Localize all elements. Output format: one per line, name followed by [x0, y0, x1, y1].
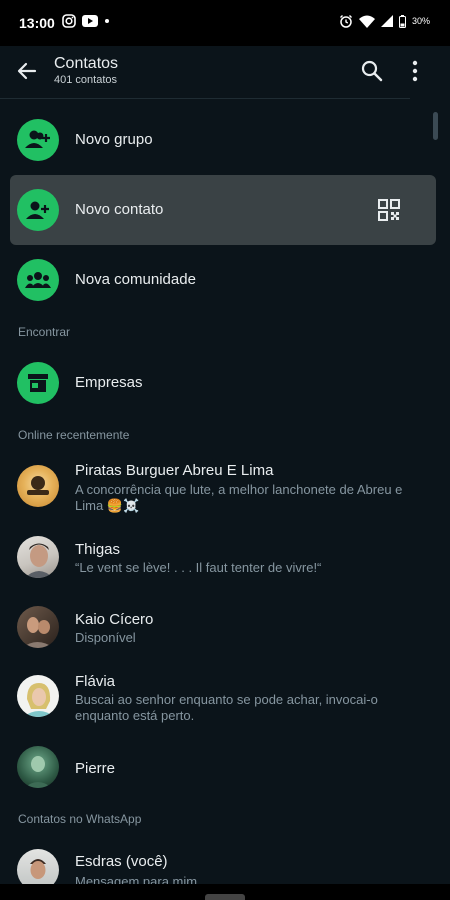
- contact-status: Mensagem para mim: [75, 874, 198, 884]
- new-group-row[interactable]: Novo grupo: [0, 105, 450, 175]
- signal-icon: [380, 15, 393, 27]
- contact-status: Disponível: [75, 630, 136, 645]
- system-navigation-bar: [0, 884, 450, 900]
- contact-name: Flávia: [75, 673, 116, 690]
- self-contact-row[interactable]: Esdras (você) Mensagem para mim: [0, 844, 450, 884]
- system-icons: 30%: [339, 14, 430, 28]
- contact-name: Pierre: [75, 760, 116, 777]
- contact-name: Esdras (você): [75, 853, 168, 870]
- new-community-row[interactable]: Nova comunidade: [0, 245, 450, 315]
- community-icon: [17, 259, 59, 301]
- contact-count: 401 contatos: [54, 74, 117, 86]
- home-handle[interactable]: [205, 894, 245, 900]
- avatar: [17, 746, 59, 788]
- notification-icons: [62, 14, 110, 28]
- page-title: Contatos: [54, 55, 119, 72]
- contact-status: “Le vent se lève! . . . Il faut tenter d…: [75, 560, 322, 575]
- wifi-icon: [358, 15, 375, 28]
- dot-icon: [105, 19, 109, 23]
- storefront-icon: [17, 362, 59, 404]
- more-vert-icon[interactable]: [404, 58, 426, 84]
- alarm-icon: [339, 15, 352, 28]
- battery-icon: [398, 14, 406, 28]
- avatar: [17, 536, 59, 578]
- person-add-icon: [17, 189, 59, 231]
- contact-row[interactable]: Piratas Burguer Abreu E Lima A concorrên…: [0, 455, 450, 525]
- contact-name: Piratas Burguer Abreu E Lima: [75, 462, 274, 479]
- new-contact-label: Novo contato: [75, 201, 164, 218]
- battery-level: 30%: [411, 16, 430, 26]
- new-group-label: Novo grupo: [75, 131, 153, 148]
- section-on-whatsapp: Contatos no WhatsApp: [18, 812, 142, 826]
- contact-row[interactable]: Flávia Buscai ao senhor enquanto se pode…: [0, 665, 450, 735]
- businesses-row[interactable]: Empresas: [0, 348, 450, 418]
- businesses-label: Empresas: [75, 374, 143, 391]
- new-community-label: Nova comunidade: [75, 271, 196, 288]
- contact-row[interactable]: Thigas “Le vent se lève! . . . Il faut t…: [0, 533, 450, 593]
- header-divider: [0, 98, 410, 99]
- contact-status: Buscai ao senhor enquanto se pode achar,…: [75, 692, 378, 723]
- status-time: 13:00: [19, 15, 55, 31]
- contact-name: Thigas: [75, 541, 121, 558]
- section-online: Online recentemente: [18, 428, 130, 442]
- qr-code-icon[interactable]: [378, 199, 400, 221]
- avatar: [17, 849, 59, 884]
- contact-row[interactable]: Pierre: [0, 742, 450, 796]
- contact-row[interactable]: Kaio Cícero Disponível: [0, 603, 450, 663]
- status-bar: 13:00 30%: [0, 0, 450, 46]
- arrow-left-icon[interactable]: [14, 58, 40, 84]
- avatar: [17, 465, 59, 507]
- search-icon[interactable]: [359, 58, 385, 84]
- section-find: Encontrar: [18, 325, 71, 339]
- group-add-icon: [17, 119, 59, 161]
- contact-status: A concorrência que lute, a melhor lancho…: [75, 482, 403, 513]
- contact-name: Kaio Cícero: [75, 611, 154, 628]
- avatar: [17, 675, 59, 717]
- instagram-icon: [62, 14, 76, 28]
- app-bar: Contatos 401 contatos: [0, 46, 450, 100]
- youtube-icon: [82, 15, 98, 27]
- avatar: [17, 606, 59, 648]
- new-contact-row[interactable]: Novo contato: [10, 175, 436, 245]
